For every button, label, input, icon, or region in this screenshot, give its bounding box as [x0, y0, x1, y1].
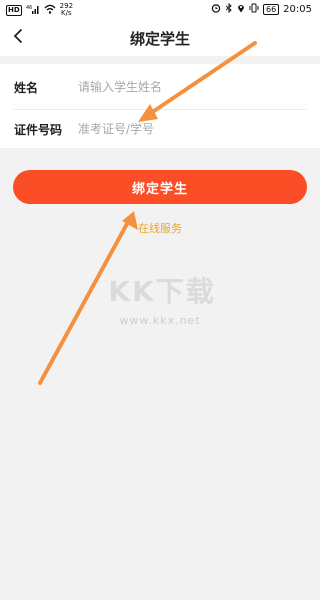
- id-row: 证件号码: [0, 108, 320, 150]
- signal-label: 46: [26, 5, 32, 11]
- wifi-icon: [44, 4, 56, 17]
- bind-student-form: 姓名 证件号码: [0, 64, 320, 148]
- page-title: 绑定学生: [129, 30, 190, 48]
- id-number-input[interactable]: [78, 119, 298, 139]
- hd-indicator: HD: [6, 4, 22, 16]
- watermark-url: www.kkx.net: [119, 314, 201, 327]
- name-label: 姓名: [14, 81, 39, 95]
- location-icon: [237, 3, 245, 16]
- name-row: 姓名: [0, 66, 320, 110]
- net-speed-unit: K/s: [61, 9, 72, 17]
- net-speed: 292 K/s: [60, 3, 73, 17]
- online-service-link[interactable]: 在线服务: [0, 220, 320, 236]
- bluetooth-icon: [225, 2, 233, 16]
- bind-student-button[interactable]: 绑定学生: [13, 170, 307, 204]
- vibrate-icon: [249, 3, 259, 16]
- alarm-icon: [211, 3, 221, 16]
- student-name-input[interactable]: [78, 77, 298, 97]
- clock: 20:05: [283, 4, 312, 15]
- status-right: 66 20:05: [211, 2, 312, 16]
- cell-signal-icon: 46: [26, 4, 40, 17]
- app-header: 绑定学生: [0, 20, 320, 56]
- status-bar: HD 46 292 K/s 66 20:05: [0, 0, 320, 20]
- watermark-logo: KK下载: [108, 275, 216, 308]
- status-left: HD 46 292 K/s: [6, 3, 73, 17]
- battery-icon: 66: [262, 4, 280, 15]
- id-number-label: 证件号码: [14, 123, 63, 137]
